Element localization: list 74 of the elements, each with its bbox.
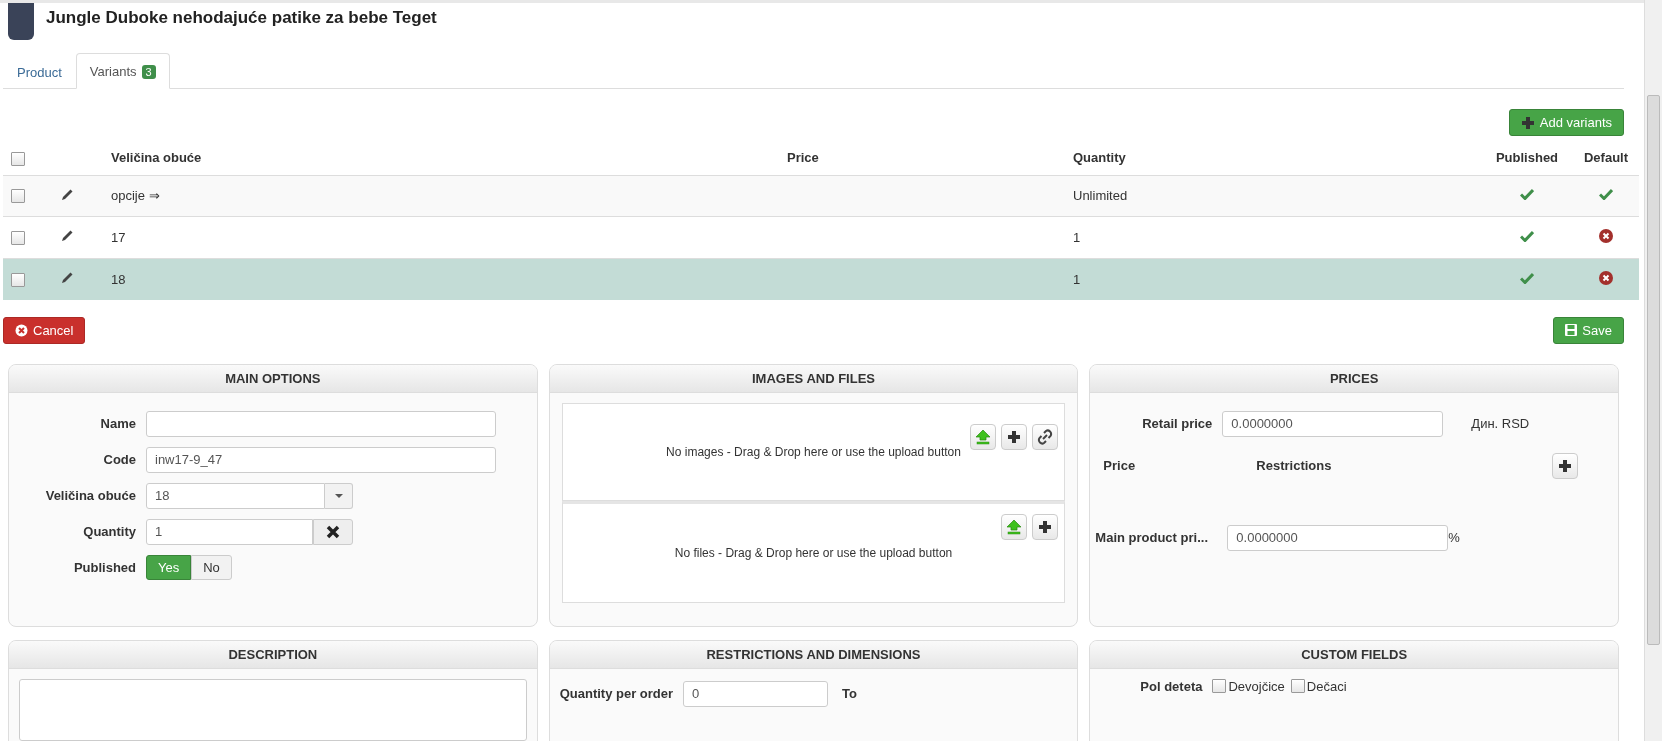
- plus-icon: [1558, 458, 1572, 473]
- field-label: Code: [102, 452, 136, 468]
- plus-icon: [1038, 519, 1053, 534]
- field-label: Published: [72, 559, 136, 575]
- cancel-icon: [15, 323, 28, 337]
- pencil-icon[interactable]: [61, 229, 74, 243]
- drop-zone[interactable]: No files - Drag & Drop here or use the upload button: [561, 500, 1066, 603]
- table-cell: 1: [1065, 258, 1481, 300]
- field-label: To: [842, 686, 857, 702]
- panel-title: IMAGES AND FILES: [549, 364, 1078, 393]
- add-price-button[interactable]: [1552, 452, 1578, 479]
- field-label: Quantity per order: [559, 686, 674, 702]
- table-cell: 18: [103, 258, 779, 300]
- panel-title: CUSTOM FIELDS: [1090, 640, 1618, 669]
- column-header: Price: [1103, 458, 1137, 474]
- column-header: Quantity: [1065, 142, 1481, 176]
- row-checkbox[interactable]: [11, 272, 25, 287]
- close-icon: [326, 524, 340, 539]
- field-label: Quantity: [82, 524, 136, 540]
- panel-title: DESCRIPTION: [9, 640, 537, 669]
- clear-button[interactable]: [313, 518, 353, 545]
- photo-placeholder: [8, 3, 34, 40]
- column-header: Veličina obuće: [103, 142, 779, 176]
- field-label: Retail price: [1141, 416, 1213, 432]
- table-cell: 1: [1065, 216, 1481, 259]
- link-button[interactable]: [1032, 423, 1059, 450]
- column-header: Published: [1481, 142, 1573, 176]
- pencil-icon[interactable]: [61, 271, 74, 285]
- main-product-price-field[interactable]: 0.0000000: [1227, 524, 1449, 551]
- text-field[interactable]: [146, 410, 496, 437]
- add-button[interactable]: [1032, 513, 1059, 540]
- tab[interactable]: Product: [3, 53, 76, 89]
- upload-icon: [1006, 518, 1023, 535]
- caret-icon: [334, 493, 343, 498]
- quantity-per-order-field[interactable]: 0: [683, 680, 829, 707]
- unit-label: %: [1448, 530, 1460, 546]
- row-checkbox[interactable]: [11, 230, 25, 245]
- quantity-field[interactable]: 1: [146, 518, 313, 545]
- link-icon: [1037, 428, 1054, 445]
- pencil-icon[interactable]: [61, 187, 74, 201]
- option-checkbox[interactable]: [1212, 679, 1227, 694]
- column-header: Default: [1573, 142, 1639, 176]
- select-all-checkbox[interactable]: [11, 151, 25, 166]
- column-header: Restrictions: [1256, 458, 1332, 474]
- option-label: Devojčice: [1228, 678, 1285, 694]
- product-title: Jungle Duboke nehodajuće patike za bebe Teget: [46, 8, 437, 28]
- currency-label: Дин. RSD: [1471, 416, 1530, 432]
- table-cell: 17: [103, 216, 779, 259]
- description-field[interactable]: [19, 678, 527, 741]
- panel-title: RESTRICTIONS AND DIMENSIONS: [549, 640, 1078, 669]
- panel-title: PRICES: [1090, 364, 1618, 393]
- count-badge: 3: [141, 64, 156, 79]
- field-label: Pol deteta: [1140, 678, 1203, 694]
- tab[interactable]: Variants 3: [75, 53, 170, 89]
- field-label: Veličina obuće: [44, 488, 136, 504]
- field-label: Main product pri...: [1095, 530, 1209, 546]
- row-checkbox[interactable]: [11, 189, 25, 204]
- table-cell: Unlimited: [1065, 175, 1481, 217]
- text-field[interactable]: inw17-9_47: [146, 446, 496, 473]
- field-label: Name: [99, 416, 136, 432]
- panel-title: MAIN OPTIONS: [9, 364, 537, 393]
- scrollbar-thumb[interactable]: [1647, 95, 1660, 645]
- plus-icon: [1520, 115, 1535, 130]
- table-cell: opcije ⇒: [103, 175, 779, 217]
- drop-zone[interactable]: No images - Drag & Drop here or use the upload button: [561, 402, 1066, 501]
- toggle-option[interactable]: No: [191, 554, 232, 580]
- add-button[interactable]: [1001, 423, 1028, 450]
- column-header: Price: [779, 142, 1065, 176]
- cancel-button[interactable]: Cancel: [3, 316, 86, 344]
- plus-icon: [1007, 429, 1022, 444]
- upload-icon: [975, 428, 992, 445]
- option-checkbox[interactable]: [1290, 679, 1305, 694]
- retail-price-field[interactable]: 0.0000000: [1222, 410, 1444, 437]
- option-label: Dečaci: [1306, 678, 1347, 694]
